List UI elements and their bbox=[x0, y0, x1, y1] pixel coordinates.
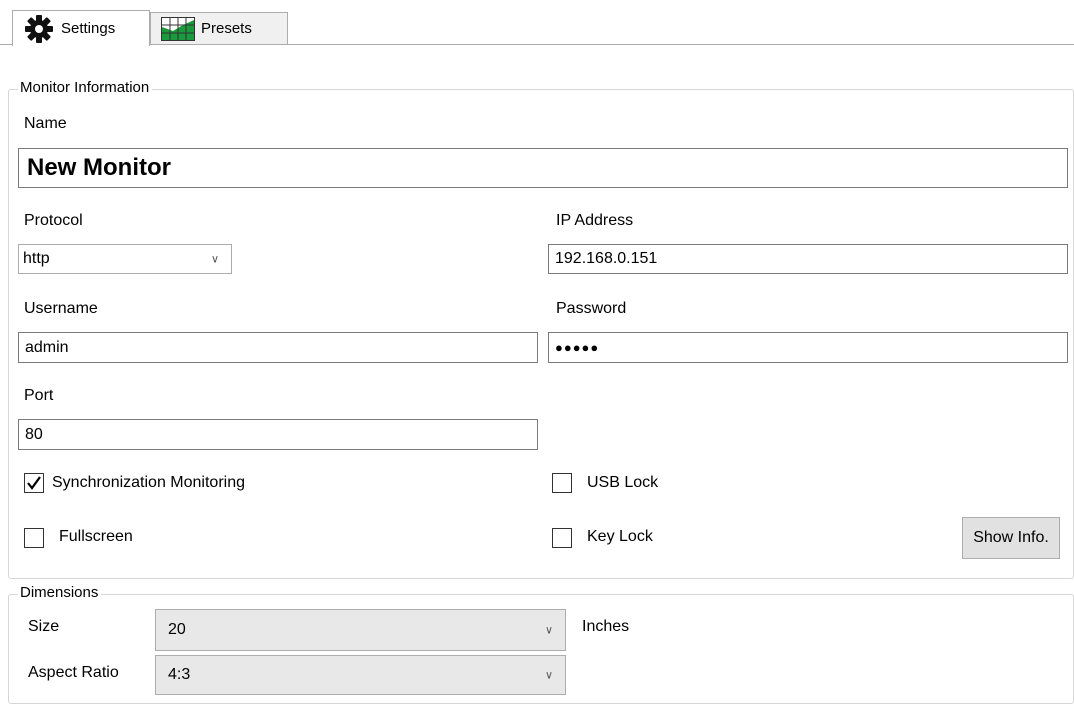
key-lock-checkbox[interactable] bbox=[552, 528, 572, 548]
aspect-ratio-value: 4:3 bbox=[168, 666, 191, 683]
username-label: Username bbox=[24, 300, 98, 317]
username-input[interactable]: admin bbox=[18, 332, 538, 363]
protocol-value: http bbox=[23, 250, 50, 267]
dimensions-legend: Dimensions bbox=[18, 584, 102, 602]
port-input[interactable]: 80 bbox=[18, 419, 538, 450]
checkmark-icon bbox=[27, 476, 41, 490]
chevron-down-icon: ∨ bbox=[210, 253, 219, 266]
port-label: Port bbox=[24, 387, 54, 404]
usb-lock-label[interactable]: USB Lock bbox=[587, 473, 658, 493]
protocol-label: Protocol bbox=[24, 212, 83, 229]
monitor-information-legend: Monitor Information bbox=[18, 79, 153, 97]
show-info-button[interactable]: Show Info. bbox=[962, 517, 1060, 559]
key-lock-label[interactable]: Key Lock bbox=[587, 527, 653, 547]
aspect-ratio-select[interactable]: 4:3 ∨ bbox=[155, 655, 566, 695]
name-input[interactable]: New Monitor bbox=[18, 148, 1068, 188]
tab-settings-label: Settings bbox=[61, 20, 116, 37]
sync-monitoring-checkbox[interactable] bbox=[24, 473, 44, 493]
gear-icon bbox=[23, 13, 55, 45]
usb-lock-checkbox[interactable] bbox=[552, 473, 572, 493]
password-label: Password bbox=[556, 300, 627, 317]
tab-panel-border bbox=[0, 44, 1074, 45]
tab-presets-label: Presets bbox=[201, 20, 252, 37]
tab-strip: Settings Presets bbox=[0, 0, 1074, 46]
aspect-ratio-label: Aspect Ratio bbox=[28, 664, 119, 681]
tab-settings[interactable]: Settings bbox=[12, 10, 150, 46]
size-select[interactable]: 20 ∨ bbox=[155, 609, 566, 651]
fullscreen-label[interactable]: Fullscreen bbox=[59, 527, 133, 547]
ip-address-input[interactable]: 192.168.0.151 bbox=[548, 244, 1068, 274]
fullscreen-checkbox[interactable] bbox=[24, 528, 44, 548]
size-unit-label: Inches bbox=[582, 618, 630, 635]
password-input[interactable]: ●●●●● bbox=[548, 332, 1068, 363]
grid-chart-icon bbox=[161, 16, 195, 41]
tab-presets[interactable]: Presets bbox=[150, 12, 288, 44]
ip-address-label: IP Address bbox=[556, 212, 634, 229]
size-value: 20 bbox=[168, 621, 186, 638]
chevron-down-icon: ∨ bbox=[544, 669, 553, 682]
chevron-down-icon: ∨ bbox=[544, 624, 553, 637]
name-label: Name bbox=[24, 115, 67, 132]
sync-monitoring-label[interactable]: Synchronization Monitoring bbox=[52, 473, 245, 493]
protocol-select[interactable]: http ∨ bbox=[18, 244, 232, 274]
size-label: Size bbox=[28, 618, 60, 635]
